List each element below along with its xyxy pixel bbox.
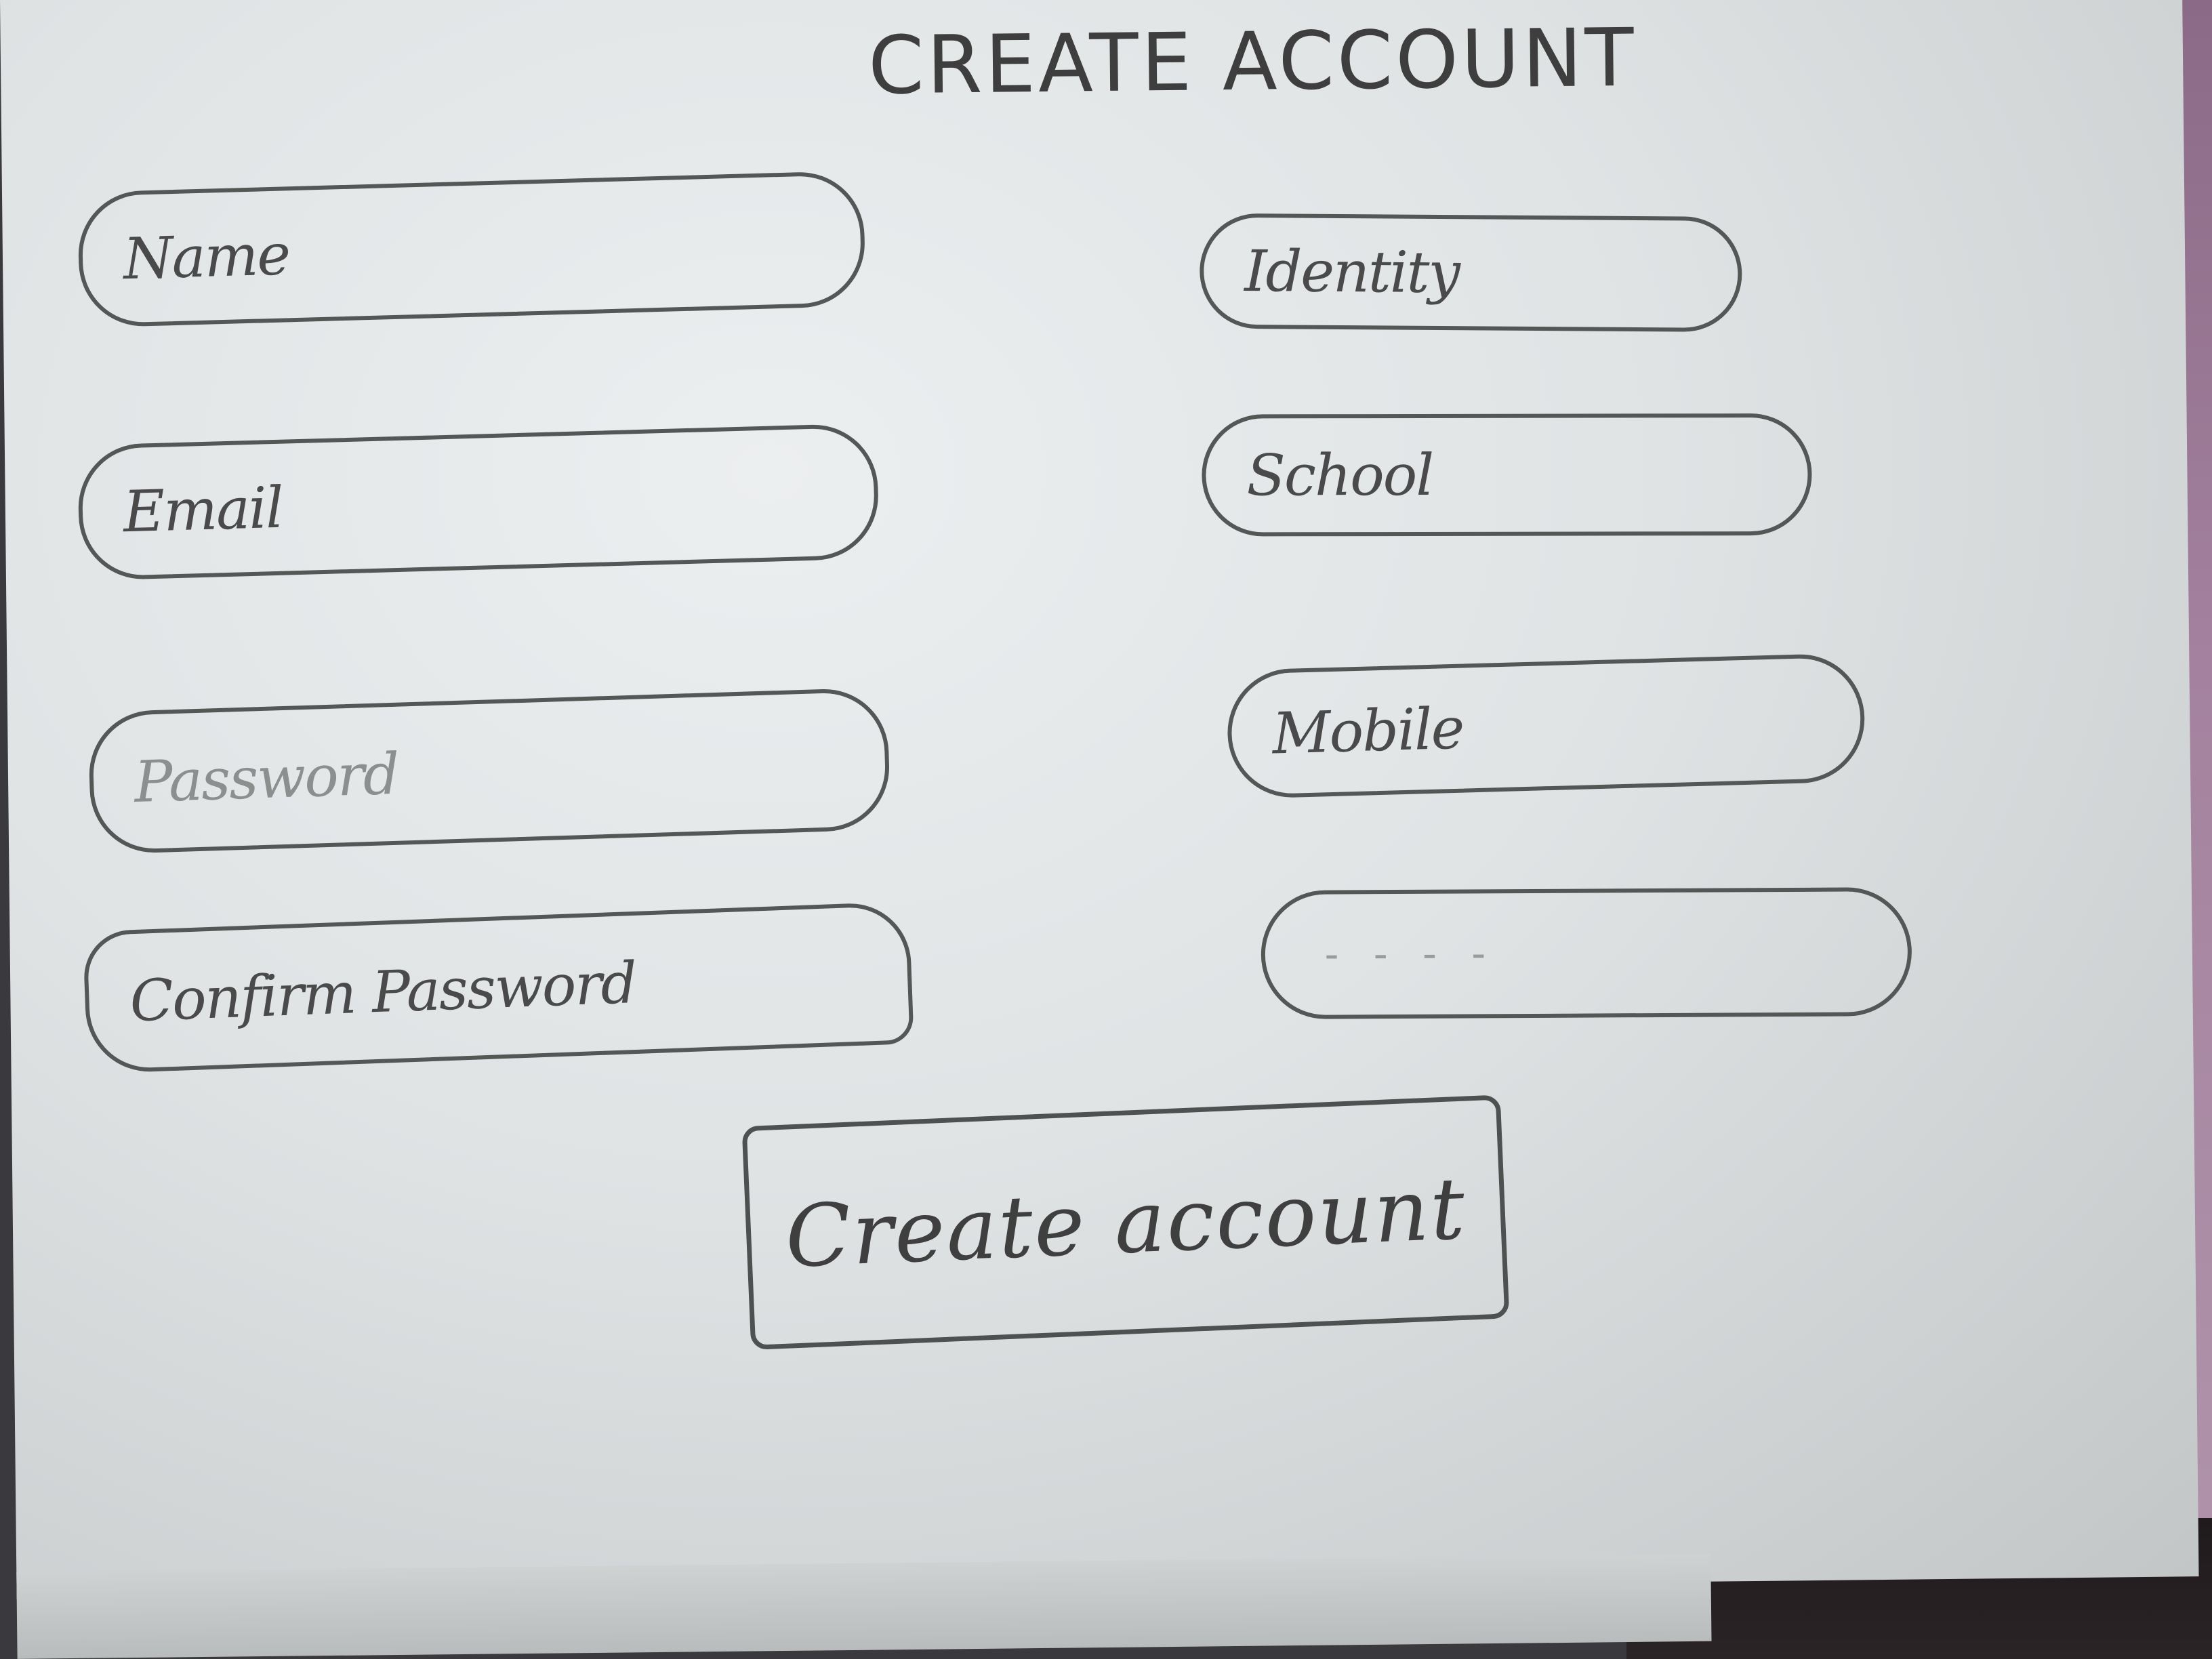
name-input-label: Name bbox=[122, 221, 291, 293]
email-input-label: Email bbox=[122, 474, 284, 546]
password-input[interactable]: Password bbox=[87, 687, 891, 855]
email-input[interactable]: Email bbox=[77, 423, 880, 581]
confirm-password-input-label: Confirm Password bbox=[128, 949, 637, 1035]
extra-input-placeholder: - - - - bbox=[1319, 930, 1491, 979]
paper-bottom-shadow bbox=[16, 1554, 1712, 1659]
page-title: CREATE ACCOUNT bbox=[867, 10, 1637, 112]
mobile-input[interactable]: Mobile bbox=[1225, 653, 1866, 800]
create-account-button[interactable]: Create account bbox=[741, 1094, 1510, 1351]
mobile-input-label: Mobile bbox=[1271, 695, 1465, 767]
paper-sheet: CREATE ACCOUNT Name Email Password Confi… bbox=[0, 0, 2199, 1659]
password-input-label: Password bbox=[133, 740, 400, 815]
extra-input[interactable]: - - - - bbox=[1261, 887, 1912, 1020]
name-input[interactable]: Name bbox=[77, 170, 867, 328]
school-input-label: School bbox=[1246, 441, 1433, 509]
confirm-password-input[interactable]: Confirm Password bbox=[82, 901, 914, 1074]
identity-input[interactable]: Identity bbox=[1199, 213, 1742, 333]
identity-input-label: Identity bbox=[1244, 237, 1460, 306]
school-input[interactable]: School bbox=[1202, 413, 1812, 537]
